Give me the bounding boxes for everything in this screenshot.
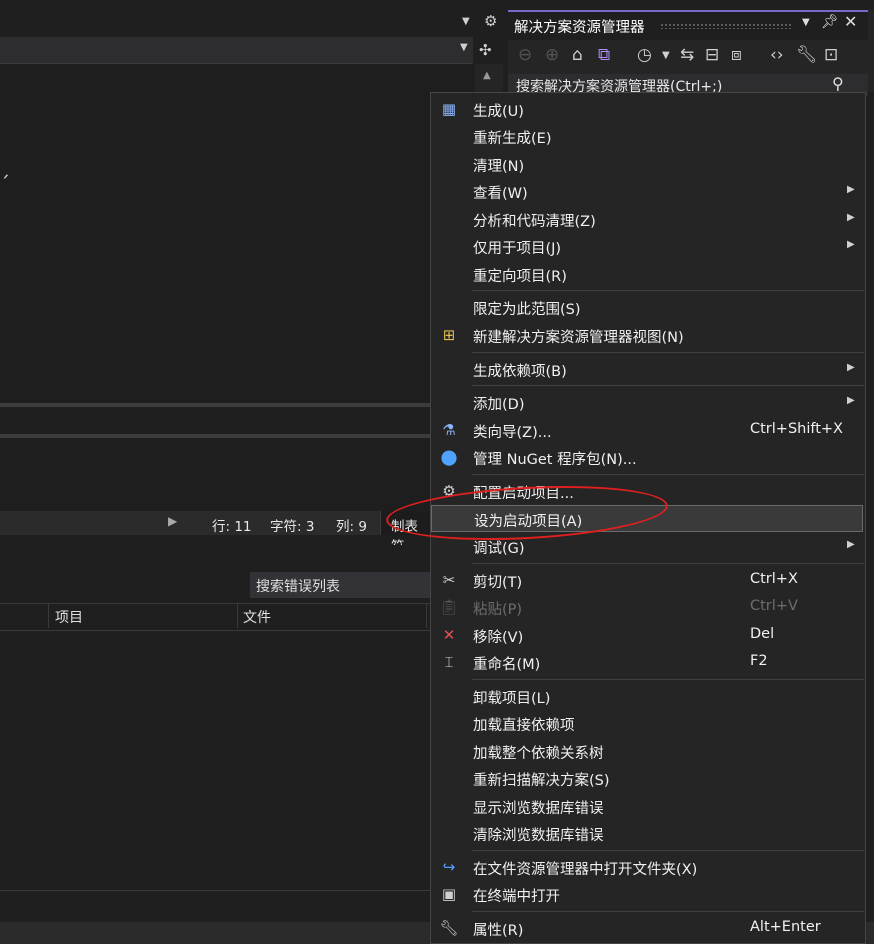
menu-item-clean[interactable]: 清理(N) [431,151,863,178]
open-folder-icon: ↪ [442,858,456,876]
column-divider[interactable] [237,604,238,628]
home-icon[interactable]: ⌂ [572,45,583,65]
menu-separator [472,850,864,851]
menu-separator [472,679,864,680]
split-editor-icon[interactable]: ✣ [479,41,492,59]
clipboard-icon: 📋︎ [439,598,459,616]
solution-explorer-title: 解决方案资源管理器 [514,20,645,36]
menu-item-class-wizard[interactable]: ⚗ 类向导(Z)... Ctrl+Shift+X [431,417,863,444]
menu-item-show-browse-db-errors[interactable]: 显示浏览数据库错误 [431,793,863,820]
menu-item-rebuild[interactable]: 重新生成(E) [431,123,863,150]
status-line: 行: 11 [212,519,252,535]
menu-item-new-view[interactable]: ⊞ 新建解决方案资源管理器视图(N) [431,322,863,349]
submenu-arrow-icon: ▶ [847,239,855,250]
column-header-project[interactable]: 项目 [55,607,83,627]
menu-item-open-in-explorer[interactable]: ↪ 在文件资源管理器中打开文件夹(X) [431,854,863,881]
history-icon[interactable]: ◷ [637,45,652,65]
navigation-dropdown[interactable] [0,37,473,64]
gear-icon[interactable]: ⚙ [484,12,497,30]
sync-icon[interactable]: ⇆ [680,45,694,65]
menu-item-project-only[interactable]: 仅用于项目(J) ▶ [431,233,863,260]
drag-grip[interactable] [660,23,792,29]
menu-separator [472,563,864,564]
menu-item-view[interactable]: 查看(W) ▶ [431,178,863,205]
menu-separator [472,474,864,475]
menu-separator [472,911,864,912]
view-code-icon[interactable]: ‹› [770,45,784,65]
search-icon[interactable]: ⚲ [832,74,844,93]
menu-item-analyze[interactable]: 分析和代码清理(Z) ▶ [431,206,863,233]
menu-separator [472,352,864,353]
menu-item-scope-to-this[interactable]: 限定为此范围(S) [431,294,863,321]
submenu-arrow-icon: ▶ [847,184,855,195]
class-wizard-icon: ⚗ [442,421,456,439]
menu-item-rename[interactable]: ⌶ 重命名(M) F2 [431,649,863,676]
status-col: 列: 9 [336,519,367,535]
pane-splitter[interactable] [0,403,430,407]
forward-icon[interactable]: ⊕ [545,45,559,65]
scroll-up-icon[interactable]: ▲ [483,70,491,81]
menu-item-manage-nuget[interactable]: ⬤ 管理 NuGet 程序包(N)... [431,444,863,471]
menu-item-retarget[interactable]: 重定向项目(R) [431,261,863,288]
new-view-icon: ⊞ [442,326,456,344]
menu-item-clear-browse-db-errors[interactable]: 清除浏览数据库错误 [431,820,863,847]
chevron-down-icon[interactable]: ▼ [460,42,468,53]
remove-icon: ✕ [442,626,456,644]
scroll-right-icon[interactable]: ▶ [168,514,177,528]
output-pane [0,408,430,434]
rename-icon: ⌶ [444,653,454,671]
menu-item-unload-project[interactable]: 卸载项目(L) [431,683,863,710]
submenu-arrow-icon: ▶ [847,362,855,373]
chevron-down-icon[interactable]: ▼ [662,50,670,61]
column-divider[interactable] [48,604,49,628]
nuget-icon: ⬤ [440,448,458,466]
properties-wrench-icon[interactable]: 🔧︎ [796,45,818,65]
menu-item-cut[interactable]: ✂ 剪切(T) Ctrl+X [431,567,863,594]
column-divider[interactable] [426,604,427,628]
output-body [0,438,430,510]
error-list-search-input[interactable]: 搜索错误列表 [250,572,430,598]
menu-item-add[interactable]: 添加(D) ▶ [431,389,863,416]
menu-separator [472,385,864,386]
terminal-icon: ▣ [441,885,457,903]
menu-item-rescan-solution[interactable]: 重新扫描解决方案(S) [431,765,863,792]
menu-item-load-direct-deps[interactable]: 加载直接依赖项 [431,710,863,737]
back-icon[interactable]: ⊖ [518,45,532,65]
submenu-arrow-icon: ▶ [847,212,855,223]
menu-item-load-dep-tree[interactable]: 加载整个依赖关系树 [431,738,863,765]
switch-view-icon[interactable]: ⧉ [598,45,610,65]
submenu-arrow-icon: ▶ [847,395,855,406]
menu-item-build-dependencies[interactable]: 生成依赖项(B) ▶ [431,356,863,383]
status-char: 字符: 3 [270,519,315,535]
menu-item-properties[interactable]: 🔧︎ 属性(R) Alt+Enter [431,915,863,942]
submenu-arrow-icon: ▶ [847,539,855,550]
menu-item-open-in-terminal[interactable]: ▣ 在终端中打开 [431,881,863,908]
wrench-icon: 🔧︎ [439,919,459,937]
document-tab-bar [0,0,505,36]
scissors-icon: ✂ [442,571,456,589]
code-editor[interactable] [0,64,473,404]
show-all-files-icon[interactable]: ⧈ [731,45,742,65]
menu-separator [472,290,864,291]
menu-item-paste[interactable]: 📋︎ 粘贴(P) Ctrl+V [431,594,863,621]
menu-item-remove[interactable]: ✕ 移除(V) Del [431,622,863,649]
pin-icon[interactable]: 📌︎ [821,14,839,30]
column-header-file[interactable]: 文件 [243,607,271,627]
editor-text-fragment: ˊ [0,172,10,196]
close-icon[interactable]: ✕ [844,12,857,31]
chevron-down-icon[interactable]: ▼ [462,16,470,27]
divider [0,890,430,891]
build-icon: ▦ [441,100,457,118]
menu-item-build[interactable]: ▦ 生成(U) [431,96,863,123]
preview-icon[interactable]: ⊡ [824,45,838,65]
chevron-down-icon[interactable]: ▼ [802,17,810,28]
collapse-all-icon[interactable]: ⊟ [705,45,719,65]
